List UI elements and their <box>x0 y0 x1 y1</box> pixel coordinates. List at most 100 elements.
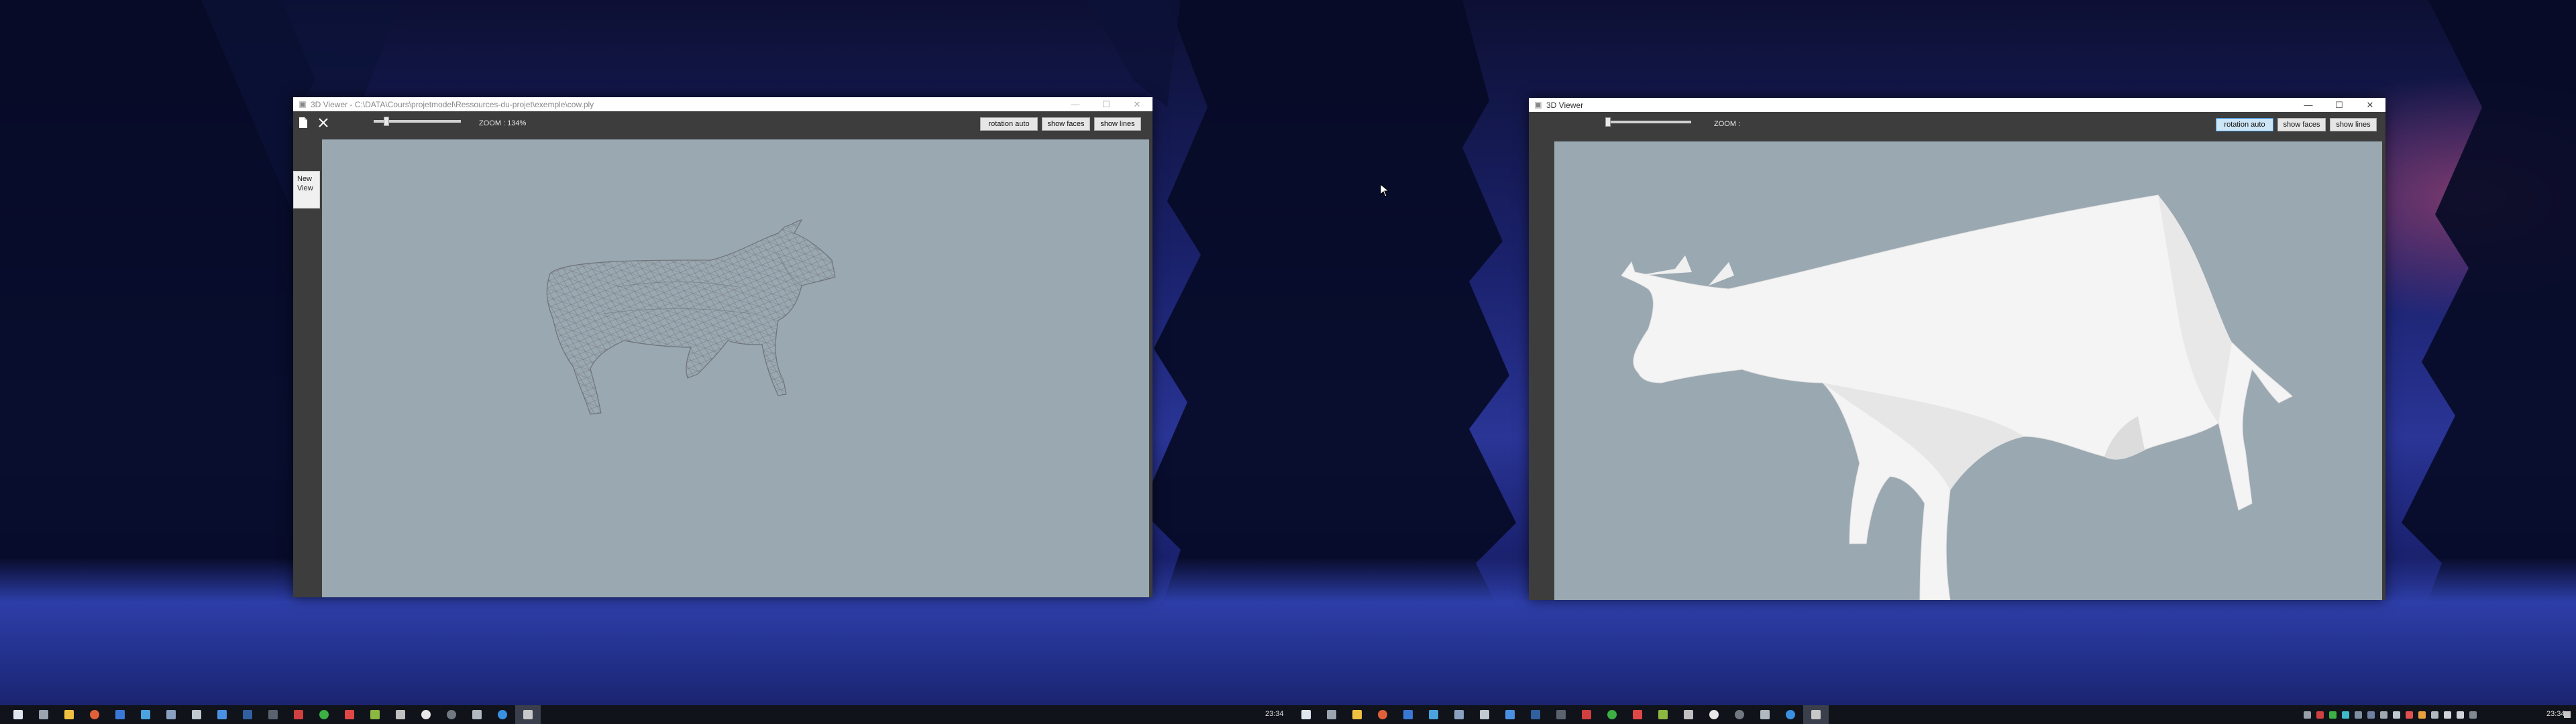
app-icon[interactable] <box>1778 705 1803 724</box>
tray-app-icon[interactable] <box>2316 711 2324 719</box>
app-icon[interactable] <box>490 705 515 724</box>
taskbar-left: 23:34 <box>0 705 1288 724</box>
app-icon[interactable] <box>1650 705 1676 724</box>
title-bar[interactable]: 3D Viewer - C:\DATA\Cours\projetmodel\Re… <box>293 97 1152 111</box>
3d-viewport[interactable] <box>1554 141 2382 601</box>
keyboard-icon[interactable] <box>2469 711 2477 719</box>
volume-icon[interactable] <box>2457 711 2464 719</box>
terminal-icon[interactable] <box>1523 705 1548 724</box>
close-window-button[interactable]: ✕ <box>1122 97 1152 111</box>
show-faces-button[interactable]: show faces <box>1042 117 1090 131</box>
app-icon[interactable] <box>413 705 439 724</box>
file-explorer-icon[interactable] <box>56 705 82 724</box>
viewer-window-right: 3D Viewer — ☐ ✕ ZOOM : rotation auto sho… <box>1529 98 2385 601</box>
3d-viewport[interactable] <box>322 139 1149 597</box>
network-icon[interactable] <box>2444 711 2451 719</box>
app-icon[interactable] <box>388 705 413 724</box>
cow-shaded-model <box>1621 194 2293 601</box>
toolbar: ZOOM : 134% rotation auto show faces sho… <box>293 111 1152 133</box>
taskbar-icons <box>1293 705 1829 724</box>
minimize-button[interactable]: — <box>2293 98 2324 112</box>
app-icon[interactable] <box>260 705 286 724</box>
tray-app-icon[interactable] <box>2380 711 2387 719</box>
windows-start-icon[interactable] <box>1293 705 1319 724</box>
app-icon <box>299 101 306 108</box>
zoom-slider-knob[interactable] <box>1605 117 1611 127</box>
maximize-button[interactable]: ☐ <box>2324 98 2355 112</box>
app-icon[interactable] <box>464 705 490 724</box>
store-icon[interactable] <box>1421 705 1446 724</box>
tray-app-icon[interactable] <box>2393 711 2400 719</box>
app-icon[interactable] <box>1472 705 1497 724</box>
3d-viewer-taskbar-icon[interactable] <box>1803 705 1829 724</box>
window-title: 3D Viewer <box>1546 100 1584 110</box>
app-icon[interactable] <box>1548 705 1574 724</box>
terminal-icon[interactable] <box>235 705 260 724</box>
chevron-up-icon[interactable] <box>2304 711 2311 719</box>
tray-app-icon[interactable] <box>2418 711 2426 719</box>
app-icon[interactable] <box>1574 705 1599 724</box>
rotation-auto-button[interactable]: rotation auto <box>2216 118 2273 131</box>
tray-app-icon[interactable] <box>2342 711 2349 719</box>
clock[interactable]: 23:34 <box>1265 710 1284 718</box>
app-icon[interactable] <box>311 705 337 724</box>
app-icon[interactable] <box>184 705 209 724</box>
steam-icon[interactable] <box>1446 705 1472 724</box>
browser-icon[interactable] <box>82 705 107 724</box>
taskbar-right: 23:34 <box>1288 705 2576 724</box>
system-tray <box>2301 705 2479 724</box>
app-icon <box>1535 101 1542 109</box>
app-icon[interactable] <box>1727 705 1752 724</box>
zoom-slider-knob[interactable] <box>383 117 389 126</box>
steam-icon[interactable] <box>158 705 184 724</box>
zoom-label: ZOOM : <box>1714 120 1741 128</box>
app-icon[interactable] <box>209 705 235 724</box>
app-icon[interactable] <box>1752 705 1778 724</box>
app-icon[interactable] <box>286 705 311 724</box>
tray-app-icon[interactable] <box>2329 711 2337 719</box>
toolbar: ZOOM : rotation auto show faces show lin… <box>1529 112 2385 133</box>
taskbar-icons <box>5 705 541 724</box>
zoom-slider[interactable] <box>1605 117 1691 127</box>
zoom-label: ZOOM : 134% <box>479 119 527 127</box>
tray-app-icon[interactable] <box>2355 711 2362 719</box>
close-window-button[interactable]: ✕ <box>2355 98 2385 112</box>
title-bar[interactable]: 3D Viewer — ☐ ✕ <box>1529 98 2385 112</box>
maximize-button[interactable]: ☐ <box>1091 97 1122 111</box>
show-lines-button[interactable]: show lines <box>1094 117 1141 131</box>
app-icon[interactable] <box>362 705 388 724</box>
mail-icon[interactable] <box>107 705 133 724</box>
app-icon[interactable] <box>337 705 362 724</box>
close-icon[interactable] <box>319 118 328 127</box>
show-lines-button[interactable]: show lines <box>2330 118 2377 131</box>
tray-app-icon[interactable] <box>2367 711 2375 719</box>
mouse-cursor <box>1380 184 1389 197</box>
app-icon[interactable] <box>1625 705 1650 724</box>
file-icon[interactable] <box>299 117 308 129</box>
store-icon[interactable] <box>133 705 158 724</box>
browser-icon[interactable] <box>1370 705 1395 724</box>
show-faces-button[interactable]: show faces <box>2277 118 2326 131</box>
tray-app-icon[interactable] <box>2406 711 2413 719</box>
notification-icon[interactable] <box>2564 711 2571 718</box>
clock[interactable]: 23:34 <box>2546 710 2565 718</box>
minimize-button[interactable]: — <box>1060 97 1091 111</box>
mail-icon[interactable] <box>1395 705 1421 724</box>
app-icon[interactable] <box>1497 705 1523 724</box>
rotation-auto-button[interactable]: rotation auto <box>980 117 1038 131</box>
windows-start-icon[interactable] <box>5 705 31 724</box>
app-icon[interactable] <box>439 705 464 724</box>
3d-viewer-taskbar-icon[interactable] <box>515 705 541 724</box>
zoom-slider[interactable] <box>374 117 461 126</box>
tray-app-icon[interactable] <box>2431 711 2438 719</box>
new-view-button[interactable]: New View <box>293 171 320 208</box>
viewer-window-left: 3D Viewer - C:\DATA\Cours\projetmodel\Re… <box>293 97 1152 597</box>
app-icon[interactable] <box>1676 705 1701 724</box>
file-explorer-icon[interactable] <box>1344 705 1370 724</box>
app-icon[interactable] <box>1599 705 1625 724</box>
task-view-icon[interactable] <box>31 705 56 724</box>
window-title: 3D Viewer - C:\DATA\Cours\projetmodel\Re… <box>311 99 594 109</box>
cow-wireframe-model <box>546 219 836 415</box>
app-icon[interactable] <box>1701 705 1727 724</box>
task-view-icon[interactable] <box>1319 705 1344 724</box>
